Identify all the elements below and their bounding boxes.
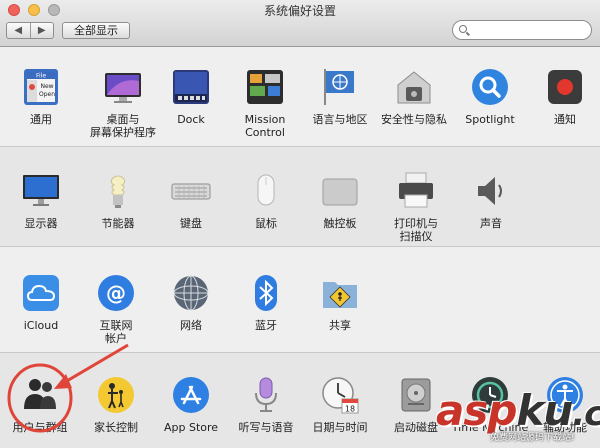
pref-label: 用户与群组 (12, 421, 68, 434)
window-title: 系统偏好设置 (263, 4, 336, 18)
calendar-day-text: 18 (345, 405, 355, 414)
forward-arrow-icon: ▶ (37, 25, 46, 36)
watermark-logo: aspku.com 免费网站源码下载站! (432, 386, 600, 444)
search-icon (459, 25, 467, 33)
pref-mission-control[interactable]: Mission Control (225, 67, 305, 139)
pref-date-time[interactable]: 18 日期与时间 (300, 375, 380, 434)
general-open-text: Open (39, 91, 55, 98)
section-personal: File New Open 通用 桌面与 屏幕保护程序 Dock Mission… (0, 47, 600, 147)
parental-controls-icon (96, 375, 136, 415)
spotlight-icon (470, 67, 510, 107)
section-internet: iCloud @ 互联网 帐户 网络 蓝牙 共享 (0, 247, 600, 353)
security-privacy-icon (394, 67, 434, 107)
pref-label: 网络 (180, 319, 202, 332)
pref-label: 语言与地区 (312, 113, 368, 126)
icloud-icon (21, 273, 61, 313)
show-all-button[interactable]: 全部显示 (62, 22, 130, 39)
language-region-icon (320, 67, 360, 107)
network-icon (171, 273, 211, 313)
pref-label: 鼠标 (255, 217, 277, 230)
pref-label: 触控板 (323, 217, 357, 230)
section-hardware: 显示器 节能器 键盘 鼠标 触控板 打印机与 扫描仪 声音 (0, 147, 600, 247)
printer-scanner-icon (396, 171, 436, 211)
pref-label: 听写与语音 (238, 421, 294, 434)
pref-label: 打印机与 扫描仪 (394, 217, 438, 243)
internet-accounts-icon: @ (96, 273, 136, 313)
pref-language-region[interactable]: 语言与地区 (300, 67, 380, 126)
pref-general[interactable]: File New Open 通用 (1, 67, 81, 126)
pref-label: Dock (177, 113, 205, 126)
pref-app-store[interactable]: App Store (151, 375, 231, 434)
pref-label: 家长控制 (94, 421, 138, 434)
watermark-brand2: ku (516, 386, 573, 435)
title-bar: 系统偏好设置 ◀ ▶ 全部显示 (0, 0, 600, 47)
pref-label: App Store (163, 421, 219, 434)
displays-icon (21, 171, 61, 211)
dock-icon (171, 67, 211, 107)
back-forward-control: ◀ ▶ (6, 22, 54, 39)
users-groups-icon (20, 375, 60, 415)
sound-icon (471, 171, 511, 211)
forward-button[interactable]: ▶ (31, 23, 54, 38)
pref-label: 共享 (329, 319, 351, 332)
pref-label: Mission Control (244, 113, 286, 139)
pref-label: 键盘 (180, 217, 202, 230)
pref-label: 互联网 帐户 (99, 319, 133, 345)
general-icon: File New Open (21, 67, 61, 107)
pref-label: iCloud (23, 319, 59, 332)
mission-control-icon (245, 67, 285, 107)
pref-users-groups[interactable]: 用户与群组 (0, 375, 80, 434)
pref-network[interactable]: 网络 (151, 273, 231, 332)
pref-security-privacy[interactable]: 安全性与隐私 (374, 67, 454, 126)
pref-energy-saver[interactable]: 节能器 (78, 171, 158, 230)
pref-parental-controls[interactable]: 家长控制 (76, 375, 156, 434)
svg-text:@: @ (106, 281, 126, 305)
search-field[interactable] (452, 20, 592, 40)
search-input[interactable] (473, 23, 589, 39)
app-store-icon (171, 375, 211, 415)
back-arrow-icon: ◀ (14, 25, 23, 36)
pref-label: 通用 (30, 113, 52, 126)
pref-dictation-speech[interactable]: 听写与语音 (226, 375, 306, 434)
dictation-speech-icon (246, 375, 286, 415)
pref-mouse[interactable]: 鼠标 (226, 171, 306, 230)
pref-sharing[interactable]: 共享 (300, 273, 380, 332)
watermark-subtitle: 免费网站源码下载站! (490, 433, 575, 443)
watermark-tld: .com (572, 394, 600, 434)
notifications-icon (545, 67, 585, 107)
watermark-brand: asp (436, 386, 517, 435)
system-preferences-window: 系统偏好设置 ◀ ▶ 全部显示 File New Open 通用 桌面与 屏幕保… (0, 0, 600, 448)
pref-label: 声音 (480, 217, 502, 230)
mouse-icon (246, 171, 286, 211)
desktop-screensaver-icon (103, 67, 143, 107)
startup-disk-icon (396, 375, 436, 415)
energy-saver-icon (98, 171, 138, 211)
date-time-icon: 18 (320, 375, 360, 415)
pref-label: 蓝牙 (255, 319, 277, 332)
trackpad-icon (320, 171, 360, 211)
pref-label: 通知 (554, 113, 576, 126)
pref-spotlight[interactable]: Spotlight (450, 67, 530, 126)
pref-trackpad[interactable]: 触控板 (300, 171, 380, 230)
pref-keyboard[interactable]: 键盘 (151, 171, 231, 230)
general-new-text: New (40, 83, 53, 90)
keyboard-icon (171, 171, 211, 211)
pref-sound[interactable]: 声音 (451, 171, 531, 230)
pref-bluetooth[interactable]: 蓝牙 (226, 273, 306, 332)
pref-printers-scanners[interactable]: 打印机与 扫描仪 (376, 171, 456, 243)
pref-dock[interactable]: Dock (151, 67, 231, 126)
pref-displays[interactable]: 显示器 (1, 171, 81, 230)
general-file-text: File (36, 73, 46, 80)
pref-label: 日期与时间 (312, 421, 368, 434)
pref-internet-accounts[interactable]: @ 互联网 帐户 (76, 273, 156, 345)
pref-label: 显示器 (24, 217, 58, 230)
sharing-icon (320, 273, 360, 313)
pref-label: 节能器 (101, 217, 135, 230)
pref-icloud[interactable]: iCloud (1, 273, 81, 332)
pref-notifications[interactable]: 通知 (525, 67, 600, 126)
pref-label: Spotlight (465, 113, 515, 126)
bluetooth-icon (246, 273, 286, 313)
pref-label: 安全性与隐私 (381, 113, 447, 126)
back-button[interactable]: ◀ (7, 23, 31, 38)
